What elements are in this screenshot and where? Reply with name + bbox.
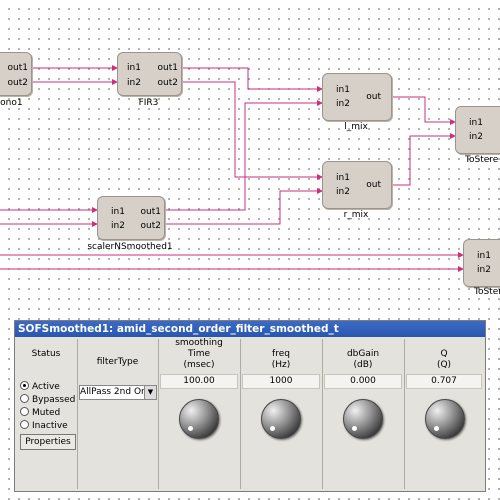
param-value[interactable]: 1000 — [242, 374, 320, 389]
port-out1[interactable]: out1 — [8, 63, 28, 73]
param-header-line2: Time — [187, 349, 211, 359]
port-in1[interactable]: in1 — [336, 85, 350, 95]
scaler-label: scalerNSmoothed1 — [87, 242, 173, 252]
q-knob[interactable] — [425, 399, 465, 439]
param-value[interactable]: 100.00 — [160, 374, 238, 389]
dbgain-knob[interactable] — [343, 399, 383, 439]
port-in1[interactable]: in1 — [469, 118, 483, 128]
port-out2[interactable]: out2 — [8, 78, 28, 88]
param-column-dbgain: dbGain (dB) 0.000 — [322, 339, 405, 489]
l-mix-label: l_mix — [344, 122, 368, 132]
param-value[interactable]: 0.000 — [324, 374, 402, 389]
port-out1[interactable]: out1 — [158, 63, 178, 73]
connection-wires — [0, 65, 464, 272]
mono-label: Mono1 — [0, 98, 23, 108]
panel-title[interactable]: SOFSmoothed1: amid_second_order_filter_s… — [15, 321, 485, 337]
chevron-down-icon[interactable]: ▼ — [144, 386, 156, 399]
r-mix-block[interactable]: in1 in2 out — [322, 161, 392, 209]
smoothing-time-knob[interactable] — [179, 399, 219, 439]
param-header-line2: dbGain — [346, 349, 380, 359]
port-out2[interactable]: out2 — [158, 78, 178, 88]
scaler-block[interactable]: in1 in2 out1 out2 — [97, 196, 165, 240]
filter-type-select[interactable]: AllPass 2nd Ord ▼ — [79, 385, 157, 400]
radio-muted[interactable]: Muted — [20, 407, 60, 419]
tostereo1-label: ToStere — [465, 155, 499, 165]
port-out2[interactable]: out2 — [141, 221, 161, 231]
port-in1[interactable]: in1 — [336, 173, 350, 183]
port-in1[interactable]: in1 — [477, 251, 491, 261]
l-mix-block[interactable]: in1 in2 out — [322, 73, 392, 121]
param-header-line1: smoothing — [175, 338, 223, 348]
status-header: Status — [31, 349, 61, 359]
port-in2[interactable]: in2 — [336, 99, 350, 109]
radio-active[interactable]: Active — [20, 381, 60, 393]
status-column: Status Active Bypassed Muted Inactive Pr… — [15, 339, 78, 489]
param-unit: (Q) — [436, 360, 452, 370]
port-in2[interactable]: in2 — [111, 221, 125, 231]
param-unit: (dB) — [353, 360, 373, 370]
port-in2[interactable]: in2 — [477, 265, 491, 275]
param-column-q: Q (Q) 0.707 — [404, 339, 484, 489]
fir3-label: FIR3 — [138, 98, 159, 108]
port-out1[interactable]: out1 — [141, 207, 161, 217]
tostereo1-block[interactable]: in1 in2 — [455, 106, 500, 154]
param-header-line2: freq — [272, 349, 290, 359]
param-unit: (msec) — [183, 360, 215, 370]
port-in2[interactable]: in2 — [469, 132, 483, 142]
parameter-panel: SOFSmoothed1: amid_second_order_filter_s… — [14, 320, 486, 492]
port-in1[interactable]: in1 — [111, 207, 125, 217]
properties-button[interactable]: Properties — [20, 434, 76, 450]
tostereo2-block[interactable]: in1 in2 — [463, 239, 500, 287]
param-header-line2: Q — [440, 349, 448, 359]
radio-inactive[interactable]: Inactive — [20, 420, 68, 432]
port-in2[interactable]: in2 — [336, 187, 350, 197]
param-column-freq: freq (Hz) 1000 — [240, 339, 323, 489]
port-in2[interactable]: in2 — [127, 78, 141, 88]
r-mix-label: r_mix — [343, 210, 369, 220]
filter-type-value: AllPass 2nd Ord — [80, 387, 151, 397]
param-value[interactable]: 0.707 — [406, 374, 482, 389]
port-out[interactable]: out — [366, 180, 381, 190]
filter-type-column: filterType AllPass 2nd Ord ▼ — [77, 339, 159, 489]
port-in1[interactable]: in1 — [127, 63, 141, 73]
param-unit: (Hz) — [271, 360, 291, 370]
filter-type-header: filterType — [96, 357, 139, 367]
mono-block[interactable]: out1 out2 — [0, 52, 32, 96]
fir3-block[interactable]: in1 in2 out1 out2 — [117, 52, 182, 96]
tostereo2-label: ToStere — [474, 287, 500, 297]
param-column-smoothing-time: smoothing Time (msec) 100.00 — [158, 338, 241, 489]
port-out[interactable]: out — [366, 92, 381, 102]
radio-bypassed[interactable]: Bypassed — [20, 394, 75, 406]
patch-canvas[interactable]: out1 out2 Mono1 in1 in2 out1 out2 FIR3 i… — [0, 0, 500, 310]
freq-knob[interactable] — [261, 399, 301, 439]
